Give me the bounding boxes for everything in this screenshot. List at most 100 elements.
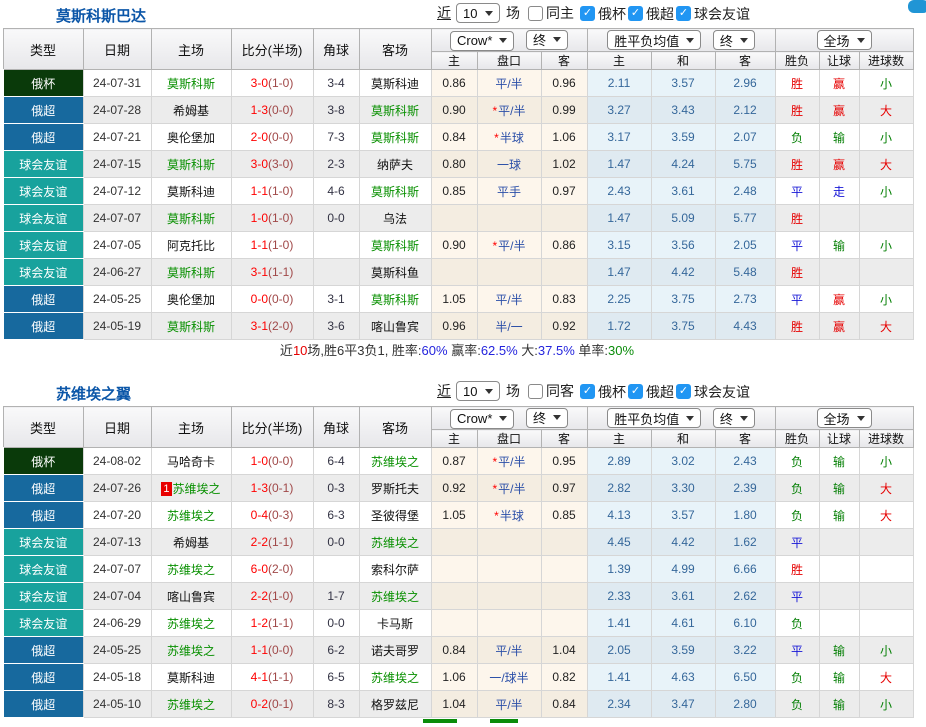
avg-draw-odds: 4.63 — [651, 664, 715, 691]
avg-draw-odds: 3.61 — [651, 583, 715, 610]
home-odds: 0.84 — [431, 124, 477, 151]
summary-segment: 37.5% — [538, 343, 575, 358]
scope-select[interactable]: 全场 — [817, 408, 872, 428]
score-cell: 1-0(1-0) — [231, 205, 313, 232]
league-checkbox[interactable]: ✓ — [628, 6, 643, 21]
handicap-cell: *平/半 — [477, 475, 541, 502]
handicap-cell: 半/一 — [477, 313, 541, 340]
match-count-value: 10 — [463, 384, 477, 399]
away-team-cell: 乌法 — [359, 205, 431, 232]
league-filter: ✓俄超 — [628, 4, 676, 24]
avg-away-odds: 6.10 — [715, 610, 775, 637]
chevron-down-icon — [857, 416, 865, 421]
full-time-score: 2-2 — [251, 589, 268, 603]
result-outcome: 负 — [775, 124, 819, 151]
home-team-cell: 苏维埃之 — [151, 610, 231, 637]
away-team-name: 格罗兹尼 — [371, 698, 419, 712]
matches-table: 类型 日期 主场 比分(半场) 角球 客场 Crow* 终 胜平负均值 终 — [2, 406, 914, 718]
match-date: 24-07-31 — [83, 70, 151, 97]
handicap-cell — [477, 259, 541, 286]
away-odds — [541, 529, 587, 556]
same-venue-checkbox[interactable] — [528, 384, 543, 399]
avg-away-odds: 2.73 — [715, 286, 775, 313]
result-goals: 小 — [859, 637, 913, 664]
league-type-cell: 球会友谊 — [3, 259, 83, 286]
result-outcome: 胜 — [775, 205, 819, 232]
col-type: 类型 — [3, 407, 83, 448]
home-team-name: 喀山鲁宾 — [167, 590, 215, 604]
league-type-cell: 俄超 — [3, 691, 83, 718]
result-handicap: 输 — [819, 232, 859, 259]
corner-score: 2-3 — [313, 151, 359, 178]
odds-time-select[interactable]: 终 — [526, 408, 568, 428]
result-goals: 小 — [859, 178, 913, 205]
full-time-score: 1-3 — [251, 481, 268, 495]
summary-segment: 场,胜6平3负1, 胜率: — [307, 343, 421, 358]
near-matches-link[interactable]: 近 — [437, 381, 451, 401]
away-odds: 0.82 — [541, 664, 587, 691]
result-handicap: 赢 — [819, 286, 859, 313]
col-date: 日期 — [83, 29, 151, 70]
scope-header: 全场 — [775, 407, 913, 430]
avg-draw-odds: 3.59 — [651, 124, 715, 151]
full-time-score: 4-1 — [251, 670, 268, 684]
col-avg-home: 主 — [587, 430, 651, 448]
away-team-cell: 莫斯科斯 — [359, 178, 431, 205]
odds-time-select[interactable]: 终 — [526, 30, 568, 50]
same-venue-checkbox[interactable] — [528, 6, 543, 21]
home-team-cell: 奥伦堡加 — [151, 124, 231, 151]
home-odds — [431, 556, 477, 583]
away-team-name: 莫斯科鱼 — [371, 266, 419, 280]
away-team-name: 喀山鲁宾 — [371, 320, 419, 334]
avg-time-select[interactable]: 终 — [713, 408, 755, 428]
near-matches-link[interactable]: 近 — [437, 3, 451, 23]
result-goals: 大 — [859, 97, 913, 124]
league-label: 俄超 — [646, 382, 674, 402]
home-odds: 0.90 — [431, 97, 477, 124]
avg-odds-select[interactable]: 胜平负均值 — [607, 408, 701, 428]
avg-home-odds: 3.27 — [587, 97, 651, 124]
match-count-select[interactable]: 10 — [456, 3, 500, 23]
home-team-cell: 莫斯科斯 — [151, 259, 231, 286]
league-type-cell: 俄超 — [3, 475, 83, 502]
odds-source-select[interactable]: Crow* — [450, 31, 514, 51]
full-time-score: 1-1 — [251, 643, 268, 657]
avg-draw-odds: 4.61 — [651, 610, 715, 637]
league-checkbox[interactable]: ✓ — [676, 6, 691, 21]
score-cell: 3-0(1-0) — [231, 70, 313, 97]
away-team-cell: 莫斯科斯 — [359, 232, 431, 259]
league-checkbox[interactable]: ✓ — [628, 384, 643, 399]
avg-away-odds: 1.80 — [715, 502, 775, 529]
league-checkbox[interactable]: ✓ — [580, 384, 595, 399]
scope-select[interactable]: 全场 — [817, 30, 872, 50]
league-type-cell: 球会友谊 — [3, 556, 83, 583]
result-handicap — [819, 556, 859, 583]
result-handicap — [819, 529, 859, 556]
league-checkbox[interactable]: ✓ — [580, 6, 595, 21]
odds-source-select[interactable]: Crow* — [450, 409, 514, 429]
avg-time-select[interactable]: 终 — [713, 30, 755, 50]
league-checkbox[interactable]: ✓ — [676, 384, 691, 399]
away-odds — [541, 259, 587, 286]
full-time-score: 3-1 — [251, 319, 268, 333]
half-time-score: (1-1) — [268, 265, 293, 279]
match-row: 俄超24-07-261苏维埃之1-3(0-1)0-3罗斯托夫0.92*平/半0.… — [3, 475, 913, 502]
result-handicap — [819, 583, 859, 610]
league-type-cell: 俄超 — [3, 313, 83, 340]
avg-away-odds: 5.77 — [715, 205, 775, 232]
match-count-select[interactable]: 10 — [456, 381, 500, 401]
handicap-cell: 一/球半 — [477, 664, 541, 691]
col-handicap-result: 让球 — [819, 430, 859, 448]
avg-draw-odds: 3.02 — [651, 448, 715, 475]
result-goals — [859, 556, 913, 583]
avg-home-odds: 1.47 — [587, 205, 651, 232]
away-team-name: 圣彼得堡 — [371, 509, 419, 523]
live-odds-marker: * — [492, 104, 497, 118]
match-date: 24-05-18 — [83, 664, 151, 691]
match-row: 俄超24-05-10苏维埃之0-2(0-1)8-3格罗兹尼1.04平/半0.84… — [3, 691, 913, 718]
result-handicap: 输 — [819, 637, 859, 664]
avg-odds-select[interactable]: 胜平负均值 — [607, 30, 701, 50]
match-row: 俄超24-07-21奥伦堡加2-0(0-0)7-3莫斯科斯0.84*半球1.06… — [3, 124, 913, 151]
home-odds: 0.85 — [431, 178, 477, 205]
league-type-cell: 球会友谊 — [3, 610, 83, 637]
